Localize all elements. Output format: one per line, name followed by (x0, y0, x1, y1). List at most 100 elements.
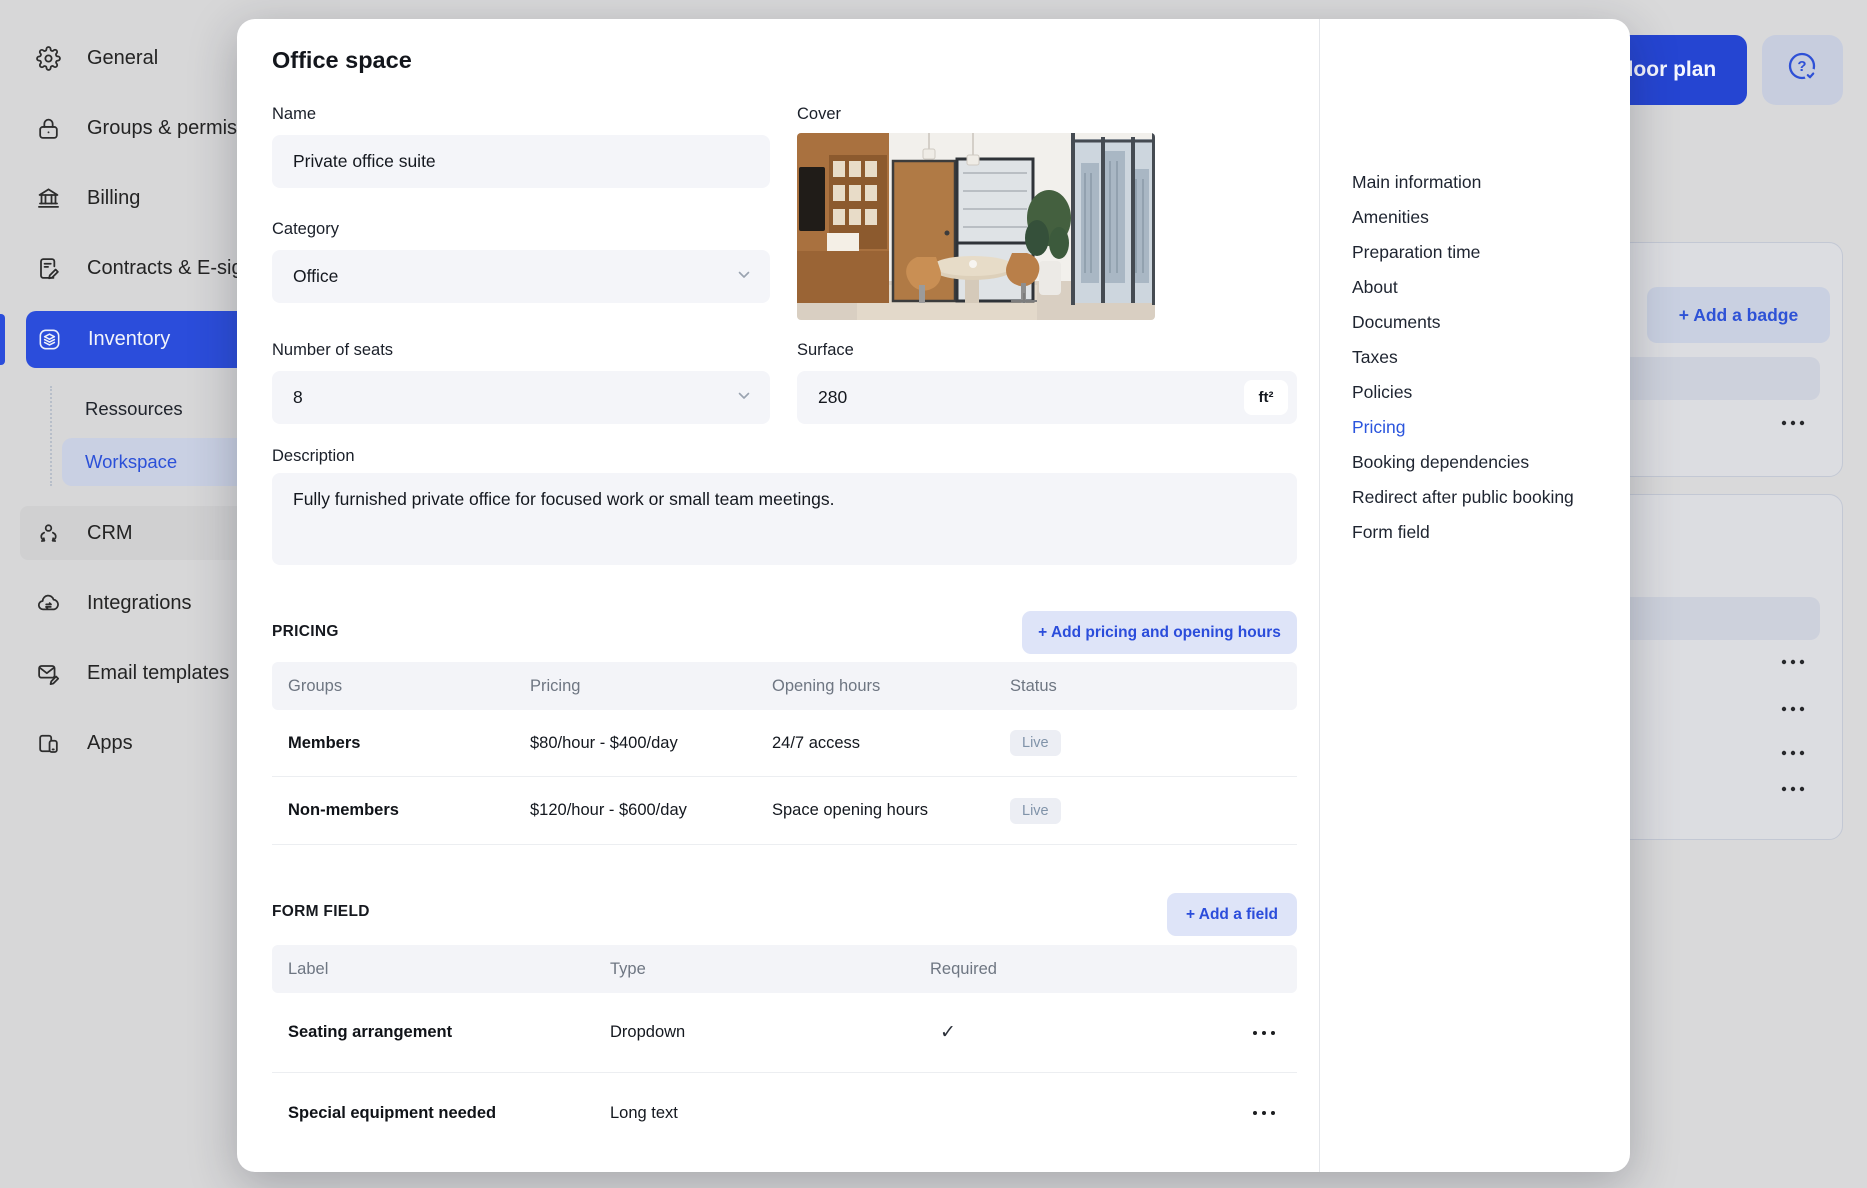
help-circle-check-icon: ? (1784, 49, 1822, 92)
background-table-header (1600, 357, 1820, 400)
pricing-cell: $120/hour - $600/day (530, 777, 687, 844)
ellipsis-menu-icon[interactable] (1779, 701, 1809, 719)
surface-input[interactable] (818, 387, 1276, 408)
status-badge: Live (1010, 798, 1061, 824)
office-space-modal: Office space Name Cover (237, 19, 1630, 1172)
background-table-header (1600, 597, 1820, 640)
row-ellipsis-menu-icon[interactable] (1245, 1098, 1285, 1128)
col-pricing: Pricing (530, 662, 580, 710)
name-input[interactable] (293, 151, 749, 172)
field-type-cell: Dropdown (610, 993, 685, 1072)
modal-title: Office space (272, 47, 412, 74)
nav-item-documents[interactable]: Documents (1352, 305, 1574, 340)
devices-icon (36, 731, 61, 756)
sidebar-item-label: CRM (87, 522, 133, 545)
nav-item-preparation-time[interactable]: Preparation time (1352, 235, 1574, 270)
category-label: Category (272, 220, 339, 239)
field-label-cell: Special equipment needed (288, 1073, 496, 1153)
help-button[interactable]: ? (1762, 35, 1843, 105)
cover-image[interactable] (797, 133, 1155, 320)
cloud-sync-icon (36, 591, 61, 616)
nav-item-pricing[interactable]: Pricing (1352, 410, 1574, 445)
nav-item-policies[interactable]: Policies (1352, 375, 1574, 410)
description-label: Description (272, 447, 355, 466)
add-field-button[interactable]: + Add a field (1167, 893, 1297, 936)
bank-icon (36, 186, 61, 211)
seats-select[interactable]: 8 (272, 371, 770, 424)
col-label: Label (288, 945, 328, 993)
add-badge-button[interactable]: + Add a badge (1647, 287, 1830, 343)
ellipsis-menu-icon[interactable] (1779, 415, 1809, 433)
col-required: Required (930, 945, 997, 993)
contract-icon (36, 256, 61, 281)
form-field-table-header: Label Type Required (272, 945, 1297, 993)
active-section-indicator (0, 314, 5, 365)
chevron-down-icon (736, 266, 752, 287)
nav-item-main-information[interactable]: Main information (1352, 165, 1574, 200)
sidebar-subitem-label: Ressources (85, 398, 183, 419)
layers-icon (37, 327, 62, 352)
form-field-section-heading: FORM FIELD (272, 903, 370, 921)
surface-input-wrap: ft² (797, 371, 1297, 424)
sidebar-item-label: Contracts & E-sign (87, 257, 254, 280)
group-cell: Members (288, 710, 360, 776)
pricing-section-heading: PRICING (272, 623, 339, 641)
col-groups: Groups (288, 662, 342, 710)
add-pricing-label: + Add pricing and opening hours (1038, 624, 1281, 642)
field-label-cell: Seating arrangement (288, 993, 452, 1072)
row-ellipsis-menu-icon[interactable] (1245, 1018, 1285, 1048)
ellipsis-menu-icon[interactable] (1779, 745, 1809, 763)
sidebar-item-label: Billing (87, 187, 140, 210)
name-label: Name (272, 105, 316, 124)
nav-item-taxes[interactable]: Taxes (1352, 340, 1574, 375)
category-value: Office (293, 266, 338, 287)
sidebar-item-label: Inventory (88, 328, 170, 351)
hours-cell: Space opening hours (772, 777, 928, 844)
name-input-wrap (272, 135, 770, 188)
crm-sync-icon (36, 521, 61, 546)
surface-unit-badge: ft² (1244, 380, 1288, 415)
required-check-icon: ✓ (940, 993, 956, 1072)
form-field-row-equipment: Special equipment needed Long text (272, 1073, 1297, 1153)
col-type: Type (610, 945, 646, 993)
form-field-row-seating: Seating arrangement Dropdown ✓ (272, 993, 1297, 1073)
add-field-label: + Add a field (1186, 906, 1278, 924)
lock-icon (36, 116, 61, 141)
status-cell: Live (1010, 777, 1061, 844)
modal-anchor-nav: Main information Amenities Preparation t… (1352, 165, 1574, 550)
sidebar-item-label: General (87, 47, 158, 70)
pricing-table-header: Groups Pricing Opening hours Status (272, 662, 1297, 710)
group-cell: Non-members (288, 777, 399, 844)
subnav-guide-line (50, 386, 52, 486)
add-pricing-button[interactable]: + Add pricing and opening hours (1022, 611, 1297, 654)
surface-label: Surface (797, 341, 854, 360)
nav-item-form-field[interactable]: Form field (1352, 515, 1574, 550)
chevron-down-icon (736, 387, 752, 408)
seats-value: 8 (293, 387, 303, 408)
ellipsis-menu-icon[interactable] (1779, 654, 1809, 672)
nav-item-redirect-after-public-booking[interactable]: Redirect after public booking (1352, 480, 1574, 515)
seats-label: Number of seats (272, 341, 393, 360)
gear-icon (36, 46, 61, 71)
cover-label: Cover (797, 105, 841, 124)
nav-item-amenities[interactable]: Amenities (1352, 200, 1574, 235)
sidebar-subitem-ressources[interactable]: Ressources (85, 398, 183, 420)
ellipsis-menu-icon[interactable] (1779, 781, 1809, 799)
description-textarea[interactable]: Fully furnished private office for focus… (272, 473, 1297, 565)
pricing-row-members: Members $80/hour - $400/day 24/7 access … (272, 710, 1297, 777)
sidebar-item-label: Integrations (87, 592, 192, 615)
nav-item-about[interactable]: About (1352, 270, 1574, 305)
nav-divider (1319, 19, 1320, 1172)
status-cell: Live (1010, 710, 1061, 776)
pricing-cell: $80/hour - $400/day (530, 710, 678, 776)
sidebar-item-label: Apps (87, 732, 133, 755)
category-select[interactable]: Office (272, 250, 770, 303)
col-opening-hours: Opening hours (772, 662, 880, 710)
pricing-row-non-members: Non-members $120/hour - $600/day Space o… (272, 777, 1297, 845)
status-badge: Live (1010, 730, 1061, 756)
add-badge-label: + Add a badge (1679, 305, 1798, 326)
hours-cell: 24/7 access (772, 710, 860, 776)
sidebar-subitem-label: Workspace (85, 451, 177, 473)
nav-item-booking-dependencies[interactable]: Booking dependencies (1352, 445, 1574, 480)
col-status: Status (1010, 662, 1057, 710)
